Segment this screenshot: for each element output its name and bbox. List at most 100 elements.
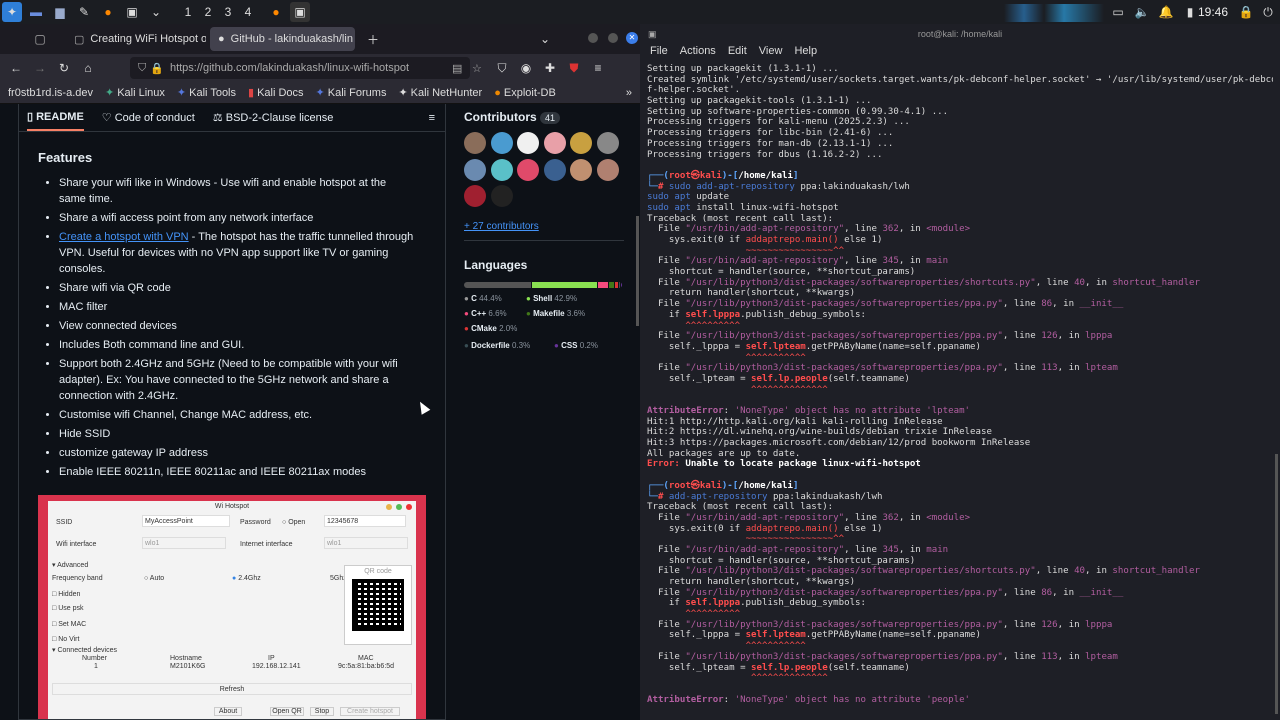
- back-icon[interactable]: ←: [6, 58, 26, 78]
- file-manager-icon[interactable]: ▆: [50, 2, 70, 22]
- menu-view[interactable]: View: [759, 45, 783, 57]
- notification-bell-icon[interactable]: 🔔: [1156, 2, 1176, 22]
- account-icon[interactable]: ◉: [516, 58, 536, 78]
- tab-overview-icon[interactable]: ▢: [30, 29, 50, 49]
- battery-icon[interactable]: ▮: [1180, 2, 1200, 22]
- bookmark-kali-nethunter[interactable]: ✦ Kali NetHunter: [398, 86, 482, 100]
- tab-wifi-hotspot[interactable]: ▢ Creating WiFi Hotspot on ✕: [66, 27, 206, 51]
- app-titlebar: Wi Hotspot: [48, 501, 416, 513]
- menu-icon[interactable]: ≡: [588, 58, 608, 78]
- reader-view-icon[interactable]: ▤: [452, 62, 462, 75]
- minimize-button[interactable]: [588, 33, 598, 43]
- refresh-button[interactable]: Refresh: [52, 683, 412, 695]
- contributor-avatar[interactable]: [596, 132, 619, 154]
- outline-icon[interactable]: ≡: [429, 112, 435, 124]
- bookmark-kali-docs[interactable]: ▮ Kali Docs: [248, 86, 304, 100]
- contributor-avatar[interactable]: [490, 158, 513, 181]
- more-bookmarks-icon[interactable]: »: [626, 87, 632, 99]
- terminal-task-icon[interactable]: ▣: [290, 2, 310, 22]
- language-dot-icon: ●: [526, 294, 534, 303]
- contributor-avatar[interactable]: [570, 132, 592, 154]
- bookmark-frostbird[interactable]: fr0stb1rd.is-a.dev: [8, 87, 93, 99]
- terminal-line: Traceback (most recent call last):: [647, 502, 834, 513]
- language-item[interactable]: ● Makefile 3.6%: [526, 309, 585, 318]
- contributor-avatar[interactable]: [596, 158, 619, 181]
- lock-icon[interactable]: 🔒: [1236, 2, 1256, 22]
- book-icon: ▯: [27, 111, 37, 123]
- ssid-label: SSID: [56, 519, 73, 526]
- terminal-title: root@kali: /home/kali: [917, 29, 1003, 39]
- scrollbar[interactable]: [636, 216, 639, 326]
- bookmark-star-icon[interactable]: ☆: [472, 62, 482, 75]
- bookmark-kali-tools[interactable]: ✦ Kali Tools: [177, 86, 236, 100]
- psk-checkbox: Use psk: [58, 605, 84, 612]
- workspace-1[interactable]: 1: [178, 5, 198, 19]
- list-item: Share wifi via QR code: [59, 280, 414, 296]
- network-icon[interactable]: ▭: [1108, 2, 1128, 22]
- menu-help[interactable]: Help: [794, 45, 817, 57]
- terminal-line: File "/usr/bin/add-apt-repository", line…: [647, 224, 971, 235]
- close-window-button[interactable]: ✕: [626, 32, 638, 44]
- show-desktop-icon[interactable]: ▬: [26, 2, 46, 22]
- forward-icon[interactable]: →: [30, 58, 50, 78]
- tab-readme[interactable]: ▯ README: [27, 104, 84, 131]
- list-tabs-icon[interactable]: ⌄: [535, 29, 555, 49]
- pocket-icon[interactable]: ⛉: [492, 58, 512, 78]
- terminal-launcher-icon[interactable]: ▣: [122, 2, 142, 22]
- contributor-avatar[interactable]: [543, 158, 566, 181]
- ublock-icon[interactable]: ⛊: [564, 58, 584, 78]
- language-item[interactable]: ● Dockerfile 0.3%: [464, 341, 530, 350]
- workspace-2[interactable]: 2: [198, 5, 218, 19]
- tab-code-of-conduct[interactable]: ♡ Code of conduct: [102, 111, 195, 124]
- bookmark-exploit-db[interactable]: ● Exploit-DB: [494, 87, 556, 99]
- advanced-expander: ▾ Advanced: [52, 562, 89, 569]
- reload-icon[interactable]: ↻: [54, 58, 74, 78]
- contributor-avatar[interactable]: [464, 158, 486, 181]
- contributor-avatar[interactable]: [543, 132, 566, 154]
- bookmark-kali-forums[interactable]: ✦ Kali Forums: [316, 86, 387, 100]
- language-item[interactable]: ● Shell 42.9%: [526, 294, 577, 303]
- url-bar[interactable]: ⛉ 🔒 https://github.com/lakinduakash/linu…: [130, 57, 482, 79]
- contributor-avatar[interactable]: [490, 185, 513, 207]
- tab-license[interactable]: ⚖ BSD-2-Clause license: [213, 111, 334, 124]
- firefox-launcher-icon[interactable]: ●: [98, 2, 118, 22]
- terminal-line: ┌──(root㉿kali)-[/home/kali]: [647, 480, 799, 491]
- kali-menu-icon[interactable]: ✦: [2, 2, 22, 22]
- home-icon[interactable]: ⌂: [78, 58, 98, 78]
- language-item[interactable]: ● C++ 6.6%: [464, 309, 507, 318]
- contributors-heading[interactable]: Contributors 41: [464, 110, 561, 124]
- language-item[interactable]: ● C 44.4%: [464, 294, 502, 303]
- power-icon[interactable]: ⏻: [1258, 2, 1278, 22]
- firefox-task-icon[interactable]: ●: [266, 2, 286, 22]
- volume-icon[interactable]: 🔈: [1132, 2, 1152, 22]
- menu-file[interactable]: File: [650, 45, 668, 57]
- extensions-icon[interactable]: ✚: [540, 58, 560, 78]
- contributor-avatar[interactable]: [464, 132, 486, 154]
- terminal-scrollbar[interactable]: [1275, 454, 1278, 714]
- clock[interactable]: 19:46: [1198, 5, 1228, 19]
- list-item: Create a hotspot with VPN - The hotspot …: [59, 229, 414, 277]
- maximize-button[interactable]: [608, 33, 618, 43]
- list-item: customize gateway IP address: [59, 445, 414, 461]
- contributor-avatar[interactable]: [517, 132, 539, 154]
- more-contributors-link[interactable]: + 27 contributors: [464, 221, 539, 232]
- menu-actions[interactable]: Actions: [680, 45, 716, 57]
- contributor-avatar[interactable]: [517, 158, 539, 181]
- tab-github[interactable]: ● GitHub - lakinduakash/lin ✕: [210, 27, 355, 51]
- language-item[interactable]: ● CSS 0.2%: [554, 341, 598, 350]
- contributor-avatar[interactable]: [464, 185, 486, 207]
- contributor-avatar[interactable]: [490, 132, 513, 154]
- new-tab-icon[interactable]: ＋: [363, 29, 383, 49]
- contributor-avatar[interactable]: [570, 158, 592, 181]
- chevron-down-icon[interactable]: ⌄: [146, 2, 166, 22]
- language-item[interactable]: ● CMake 2.0%: [464, 324, 517, 333]
- vpn-link[interactable]: Create a hotspot with VPN: [59, 231, 189, 243]
- terminal-output[interactable]: Setting up packagekit (1.3.1-1) ... Creat…: [647, 64, 1273, 714]
- bookmark-kali-linux[interactable]: ✦ Kali Linux: [105, 86, 165, 100]
- workspace-3[interactable]: 3: [218, 5, 238, 19]
- text-editor-icon[interactable]: ✎: [74, 2, 94, 22]
- menu-edit[interactable]: Edit: [728, 45, 747, 57]
- mac-checkbox: Set MAC: [58, 621, 87, 628]
- workspace-4[interactable]: 4: [238, 5, 258, 19]
